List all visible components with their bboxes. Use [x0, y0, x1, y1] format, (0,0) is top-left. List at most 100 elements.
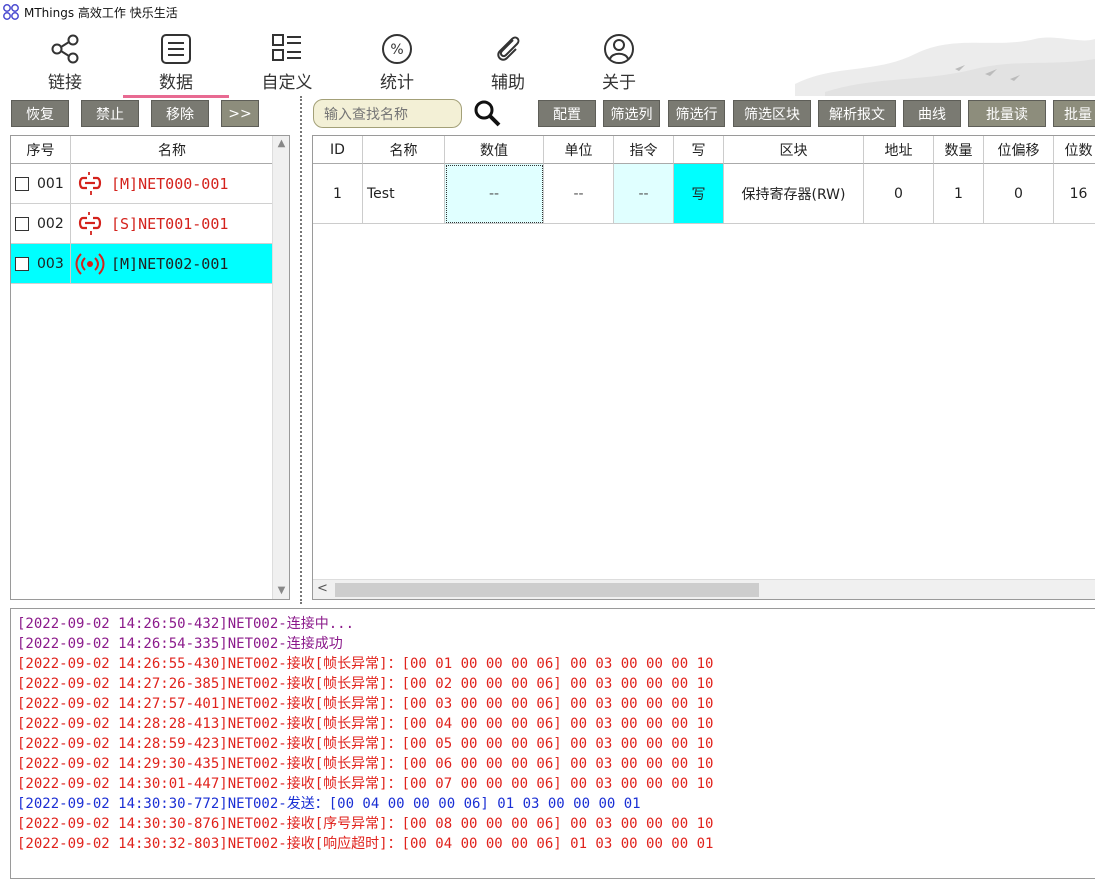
nav-label: 数据 [159, 73, 193, 93]
expand-button[interactable]: >> [221, 100, 259, 127]
log-timestamp: [2022-09-02 14:28:59-423] [17, 736, 228, 752]
row-checkbox[interactable] [15, 256, 29, 271]
log-timestamp: [2022-09-02 14:30:30-772] [17, 796, 228, 812]
column-header[interactable]: 名称 [363, 136, 445, 164]
nav-label: 统计 [380, 73, 414, 93]
scroll-up-icon[interactable]: ▲ [273, 136, 290, 152]
write-cell-button[interactable]: 写 [674, 164, 724, 224]
parse-message-button[interactable]: 解析报文 [818, 100, 896, 127]
cell-command[interactable]: -- [614, 164, 674, 224]
list-icon [161, 34, 191, 64]
column-header[interactable]: 指令 [614, 136, 674, 164]
cell-unit[interactable]: -- [544, 164, 614, 224]
device-name: [S]NET001-001 [111, 214, 229, 233]
column-header[interactable]: 数量 [934, 136, 984, 164]
remove-button[interactable]: 移除 [151, 100, 209, 127]
filter-block-button[interactable]: 筛选区块 [733, 100, 811, 127]
device-row-selected[interactable]: 003 [M]NET002-001 [11, 244, 273, 284]
config-button[interactable]: 配置 [538, 100, 596, 127]
index-column-header[interactable]: 序号 [11, 136, 71, 164]
cell-address[interactable]: 0 [864, 164, 934, 224]
column-header[interactable]: 位数 [1054, 136, 1095, 164]
cell-name[interactable]: Test [363, 164, 445, 224]
name-column-header[interactable]: 名称 [71, 136, 273, 164]
scrollbar-thumb[interactable] [335, 583, 759, 597]
log-panel: [2022-09-02 14:26:50-432]NET002-连接中... [2… [10, 608, 1095, 879]
log-timestamp: [2022-09-02 14:30:32-803] [17, 836, 228, 852]
nav-data[interactable]: 数据 [121, 32, 231, 98]
log-message: NET002-接收[序号异常]：[00 08 00 00 00 06] 00 0… [227, 816, 714, 832]
title-bar: MThings 高效工作 快乐生活 [0, 0, 1095, 24]
log-timestamp: [2022-09-02 14:28:28-413] [17, 716, 228, 732]
cell-bits[interactable]: 16 [1054, 164, 1095, 224]
log-message: NET002-接收[帧长异常]：[00 04 00 00 00 06] 00 0… [227, 716, 714, 732]
landscape-decoration [795, 37, 1095, 96]
search-input[interactable] [313, 99, 462, 128]
percent-icon: % [382, 34, 412, 64]
log-timestamp: [2022-09-02 14:27:57-401] [17, 696, 228, 712]
scroll-down-icon[interactable]: ▼ [273, 583, 290, 599]
cell-count[interactable]: 1 [934, 164, 984, 224]
column-header[interactable]: ID [313, 136, 363, 164]
filter-row-button[interactable]: 筛选行 [668, 100, 725, 127]
log-timestamp: [2022-09-02 14:26:54-335] [17, 636, 228, 652]
layout-icon [272, 34, 301, 61]
cell-id[interactable]: 1 [313, 164, 363, 224]
log-line: [2022-09-02 14:29:30-435]NET002-接收[帧长异常]… [17, 754, 1095, 774]
log-timestamp: [2022-09-02 14:29:30-435] [17, 756, 228, 772]
nav-stats[interactable]: % 统计 [342, 32, 452, 96]
log-message: NET002-接收[帧长异常]：[00 02 00 00 00 06] 00 0… [227, 676, 714, 692]
nav-link[interactable]: 链接 [10, 32, 120, 96]
column-header[interactable]: 写 [674, 136, 724, 164]
scroll-left-icon[interactable]: < [317, 581, 328, 596]
nav-label: 自定义 [261, 73, 313, 93]
share-icon [51, 34, 79, 64]
column-header[interactable]: 地址 [864, 136, 934, 164]
column-header[interactable]: 单位 [544, 136, 614, 164]
nav-label: 链接 [48, 73, 82, 93]
log-message: NET002-接收[响应超时]：[00 04 00 00 00 06] 01 0… [227, 836, 714, 852]
log-timestamp: [2022-09-02 14:26:55-430] [17, 656, 228, 672]
restore-button[interactable]: 恢复 [11, 100, 69, 127]
row-checkbox[interactable] [15, 176, 29, 191]
curve-button[interactable]: 曲线 [903, 100, 961, 127]
device-name: [M]NET002-001 [111, 254, 229, 273]
nav-assist[interactable]: 辅助 [453, 32, 563, 96]
device-name: [M]NET000-001 [111, 174, 229, 193]
device-index: 002 [37, 215, 64, 232]
device-row[interactable]: 002 [S]NET001-001 [11, 204, 273, 244]
column-header[interactable]: 位偏移 [984, 136, 1054, 164]
column-header[interactable]: 数值 [445, 136, 544, 164]
cell-value[interactable]: -- [445, 164, 544, 224]
nav-about[interactable]: 关于 [564, 32, 674, 96]
disable-button[interactable]: 禁止 [81, 100, 139, 127]
log-message: NET002-连接成功 [227, 636, 343, 652]
signal-icon [75, 252, 105, 275]
log-line: [2022-09-02 14:28:59-423]NET002-接收[帧长异常]… [17, 734, 1095, 754]
filter-column-button[interactable]: 筛选列 [603, 100, 660, 127]
device-row[interactable]: 001 [M]NET000-001 [11, 164, 273, 204]
user-icon [604, 34, 634, 64]
batch-write-button[interactable]: 批量 [1053, 100, 1095, 127]
search-icon[interactable] [472, 99, 502, 127]
vertical-scrollbar[interactable]: ▲ ▼ [272, 136, 289, 599]
data-table: ID 名称 数值 单位 指令 写 区块 地址 数量 位偏移 位数 1 Test … [312, 135, 1095, 600]
panel-splitter[interactable] [300, 96, 306, 604]
log-line: [2022-09-02 14:28:28-413]NET002-接收[帧长异常]… [17, 714, 1095, 734]
svg-text:%: % [390, 42, 403, 58]
cell-bit-offset[interactable]: 0 [984, 164, 1054, 224]
horizontal-scrollbar[interactable]: < [313, 579, 1095, 599]
device-list: 序号 名称 001 [M]NET000-001 002 [S]NET001-00… [10, 135, 290, 600]
log-line: [2022-09-02 14:30:30-772]NET002-发送：[00 0… [17, 794, 1095, 814]
main-nav: 链接 数据 自定义 % 统计 辅助 关于 [0, 24, 1095, 98]
log-line: [2022-09-02 14:26:54-335]NET002-连接成功 [17, 634, 1095, 654]
batch-read-button[interactable]: 批量读 [968, 100, 1046, 127]
cell-block[interactable]: 保持寄存器(RW) [724, 164, 864, 224]
column-header[interactable]: 区块 [724, 136, 864, 164]
log-line: [2022-09-02 14:30:32-803]NET002-接收[响应超时]… [17, 834, 1095, 854]
row-checkbox[interactable] [15, 216, 29, 231]
log-timestamp: [2022-09-02 14:30:30-876] [17, 816, 228, 832]
nav-custom[interactable]: 自定义 [232, 32, 342, 96]
log-message: NET002-接收[帧长异常]：[00 03 00 00 00 06] 00 0… [227, 696, 714, 712]
log-line: [2022-09-02 14:27:57-401]NET002-接收[帧长异常]… [17, 694, 1095, 714]
